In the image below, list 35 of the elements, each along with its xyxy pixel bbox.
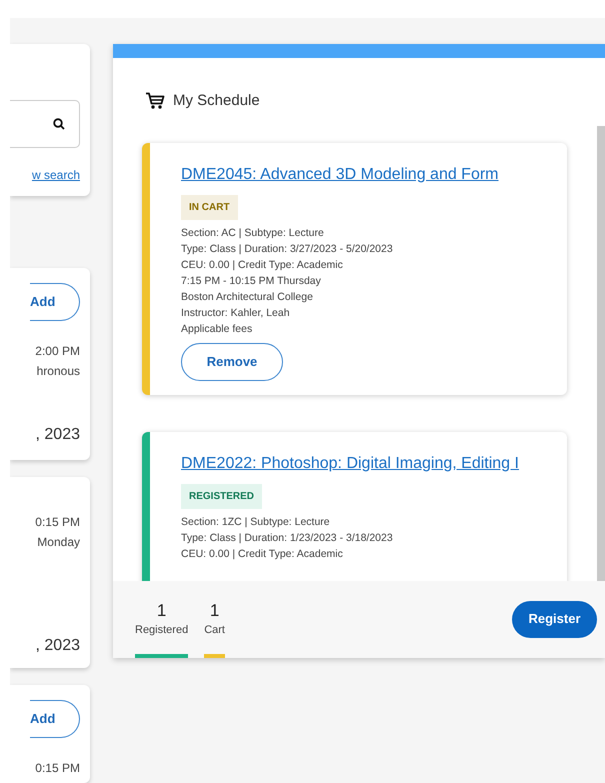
course-detail: Section: 1ZC | Subtype: Lecture: [181, 514, 331, 530]
course-date: , 2023: [34, 636, 80, 656]
add-button[interactable]: Add: [30, 282, 80, 321]
remove-button[interactable]: Remove: [181, 342, 283, 380]
course-detail: CEU: 0.00 | Credit Type: Academic: [181, 258, 344, 272]
course-detail: Applicable fees: [181, 322, 254, 336]
search-link[interactable]: w search: [32, 168, 80, 182]
course-detail: CEU: 0.00 | Credit Type: Academic: [181, 546, 344, 562]
course-detail: 7:15 PM - 10:15 PM Thursday: [181, 274, 322, 288]
search-icon: [53, 118, 65, 130]
course-time: hronous: [36, 362, 80, 380]
course-detail: Instructor: Kahler, Leah: [181, 306, 291, 320]
register-button[interactable]: Register: [512, 600, 597, 638]
course-detail: Boston Architectural College: [181, 290, 314, 304]
count: 1: [156, 600, 166, 620]
status-tag: IN CART: [181, 194, 238, 220]
add-button[interactable]: Add: [30, 700, 80, 738]
count-label: Registered: [135, 622, 188, 638]
course-detail: Type: Class | Duration: 1/23/2023 - 3/18/2023: [181, 530, 394, 546]
count-label: Cart: [204, 622, 225, 638]
course-time: 0:15 PM: [34, 514, 80, 531]
course-title-link[interactable]: DME2045: Advanced 3D Modeling and Form: [181, 160, 547, 188]
course-title-link[interactable]: DME2022: Photoshop: Digital Imaging, Editing I: [181, 448, 547, 478]
cart-icon: [145, 92, 165, 110]
course-time: 0:15 PM: [34, 760, 80, 777]
panel-title: My Schedule: [173, 91, 260, 111]
count: 1: [210, 600, 220, 620]
scrollbar[interactable]: [597, 126, 605, 580]
course-detail: Type: Class | Duration: 3/27/2023 - 5/20/2023: [181, 242, 394, 256]
course-detail: Section: AC | Subtype: Lecture: [181, 226, 325, 240]
course-time: 2:00 PM: [34, 342, 80, 360]
course-date: , 2023: [34, 424, 80, 445]
course-time: Monday: [36, 534, 80, 551]
status-tag: REGISTERED: [181, 484, 262, 508]
search-field[interactable]: [10, 100, 80, 148]
